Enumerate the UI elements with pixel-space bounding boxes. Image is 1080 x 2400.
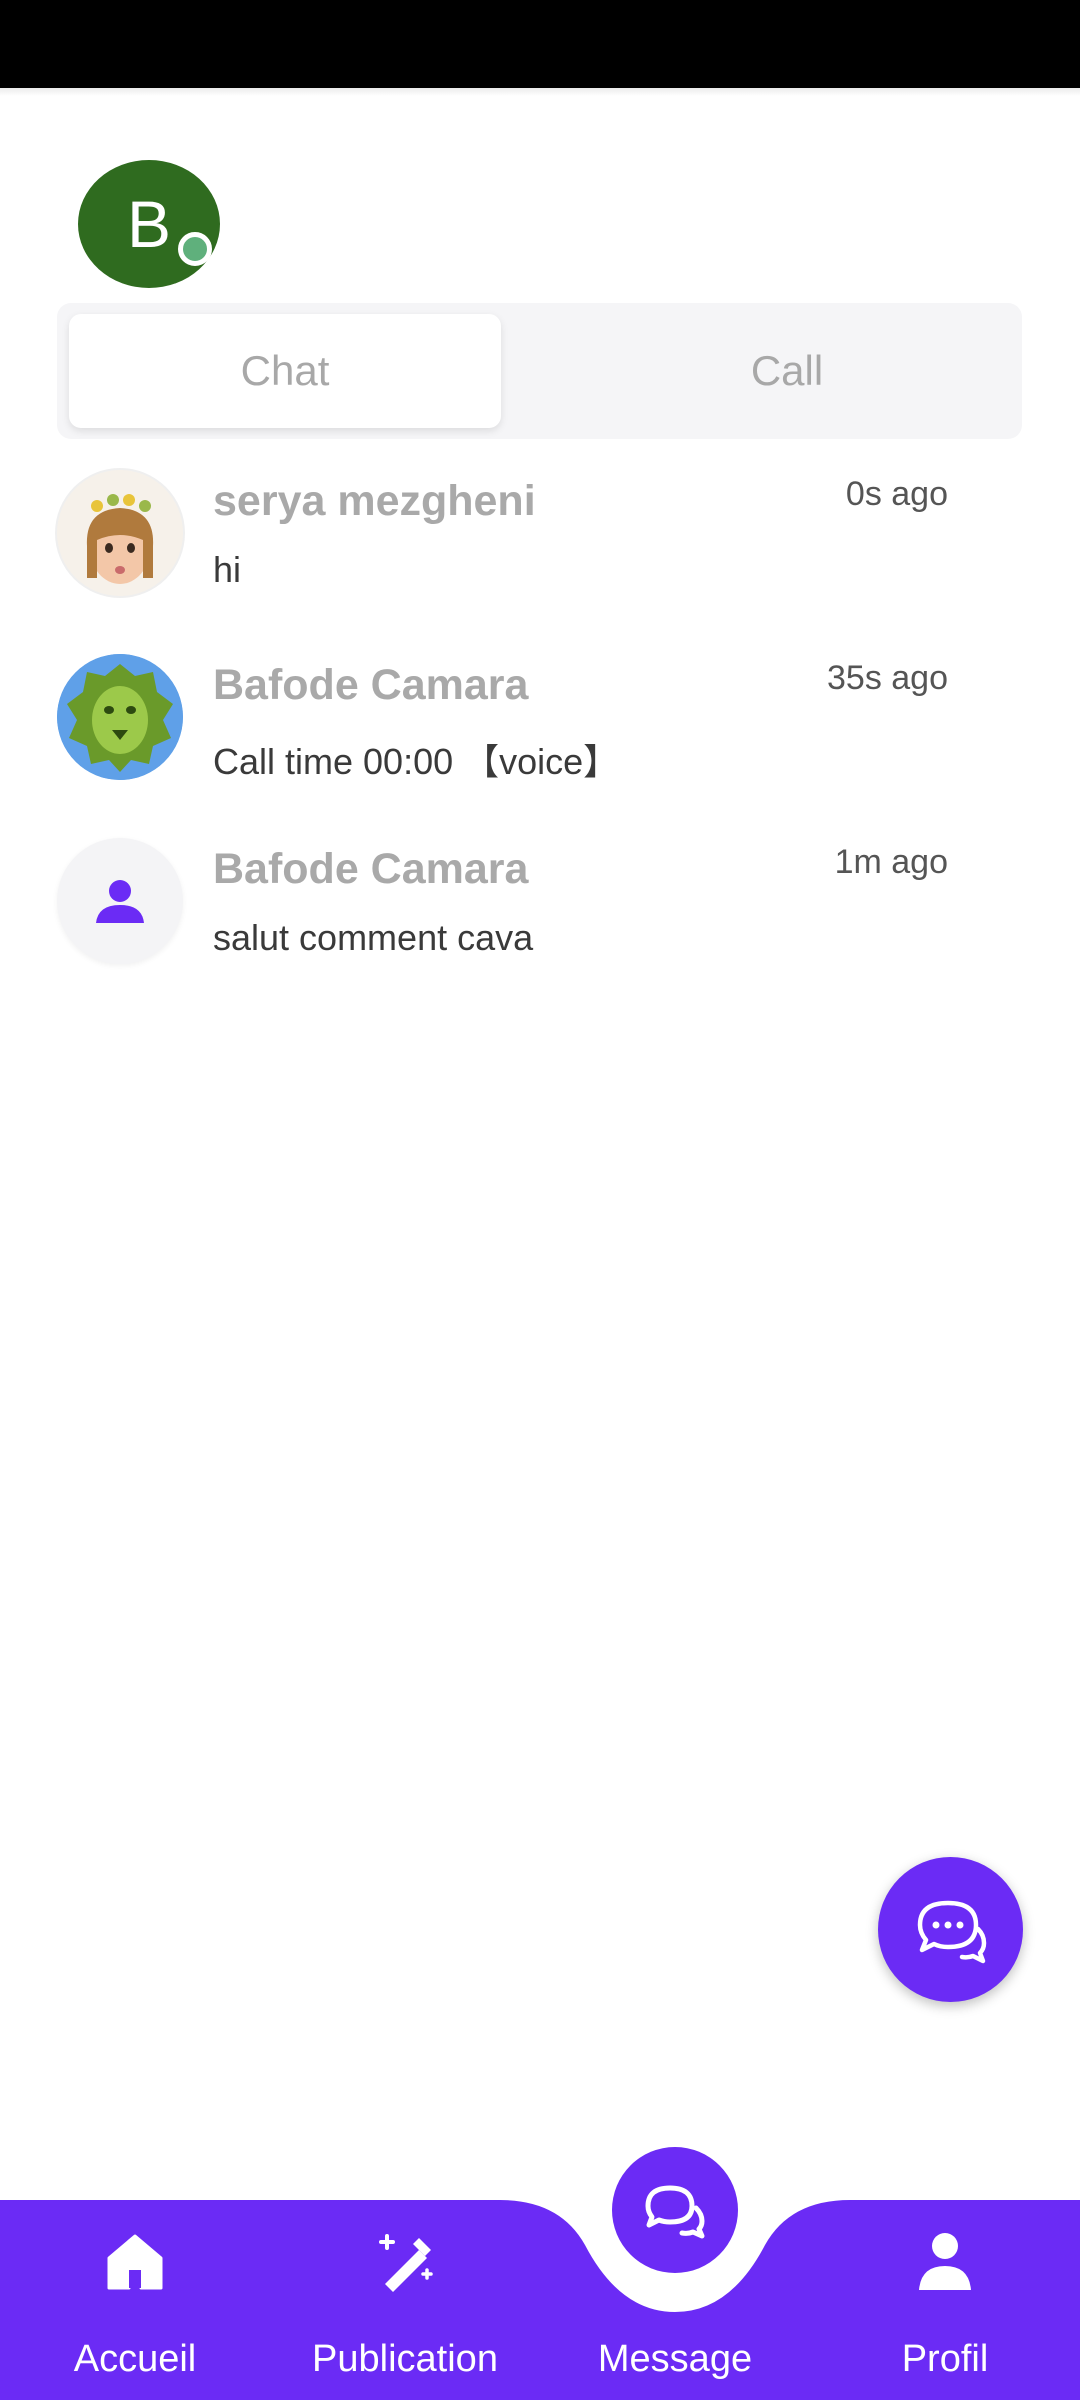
message-time: 1m ago (834, 843, 948, 881)
new-chat-button[interactable] (878, 1857, 1023, 2002)
nav-item-accueil[interactable]: Accueil (35, 2200, 235, 2400)
contact-avatar (57, 654, 183, 780)
conversation-item[interactable]: Bafode Camara 1m ago salut comment cava (0, 825, 1080, 995)
contact-avatar (57, 470, 183, 596)
contact-name: serya mezgheni (213, 477, 536, 525)
contact-avatar (57, 838, 183, 964)
contact-name: Bafode Camara (213, 845, 529, 893)
nav-label: Publication (312, 2338, 498, 2380)
message-preview: hi (213, 549, 242, 590)
conversation-item[interactable]: Bafode Camara 35s ago Call time 00:00 【v… (0, 641, 1080, 811)
contact-name: Bafode Camara (213, 661, 529, 709)
lion-avatar-icon (57, 654, 183, 780)
tab-call[interactable]: Call (562, 314, 1012, 428)
message-time: 0s ago (845, 475, 948, 513)
nav-item-publication[interactable]: Publication (300, 2200, 510, 2400)
nav-label: Message (597, 2338, 753, 2380)
nav-item-message[interactable]: Message (575, 2200, 775, 2400)
nav-label: Accueil (73, 2338, 197, 2380)
chat-call-tabs: Chat Call (57, 303, 1022, 439)
memoji-avatar-icon (86, 494, 154, 584)
user-initial: B (126, 187, 172, 261)
person-icon (96, 880, 144, 923)
nav-label: Profil (901, 2338, 989, 2380)
person-icon (919, 2233, 971, 2290)
status-bar (0, 0, 1080, 88)
message-preview: salut comment cava (213, 917, 534, 958)
user-avatar[interactable]: B (78, 160, 220, 288)
home-icon (107, 2234, 163, 2290)
tab-chat[interactable]: Chat (69, 314, 501, 428)
magic-wand-icon (379, 2234, 433, 2292)
conversation-item[interactable]: serya mezgheni 0s ago hi (0, 457, 1080, 627)
nav-item-profil[interactable]: Profil (845, 2200, 1045, 2400)
online-status-dot (178, 232, 212, 266)
message-preview: Call time 00:00 【voice】 (213, 741, 620, 782)
message-time: 35s ago (827, 659, 948, 697)
header-divider (0, 88, 1080, 96)
chat-bubbles-icon (917, 1900, 986, 1963)
